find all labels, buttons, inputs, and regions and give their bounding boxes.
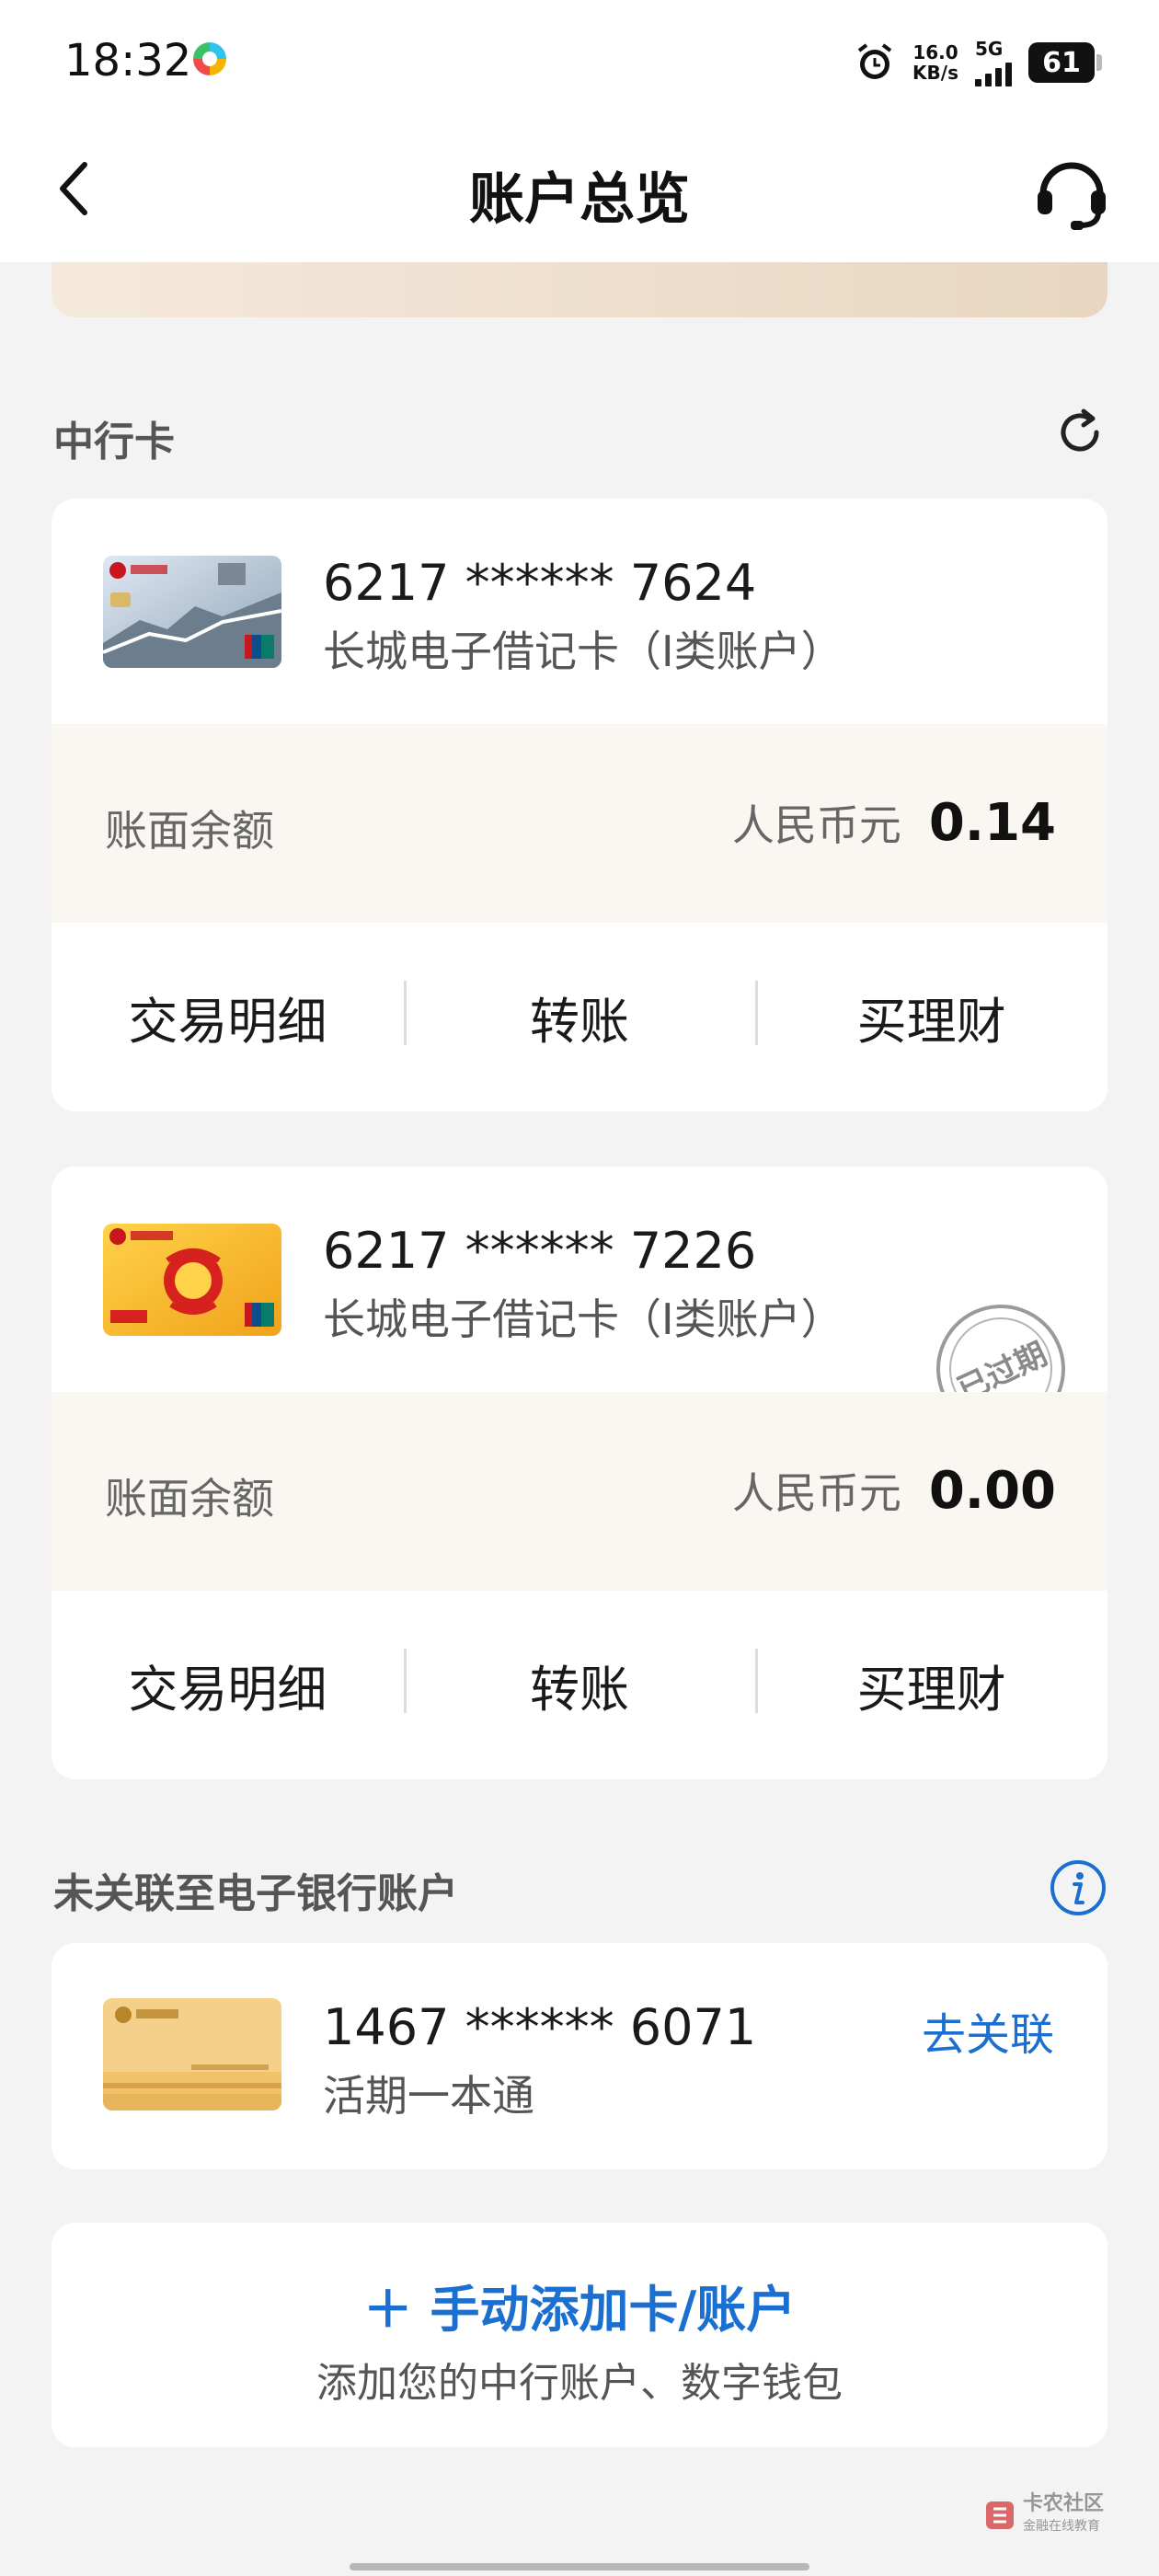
- section-title-boc-cards: 中行卡: [53, 419, 175, 466]
- transfer-button[interactable]: 转账: [403, 1649, 756, 1721]
- card-type: 长城电子借记卡（I类账户）: [323, 1294, 843, 1344]
- card-image-great-wall: [103, 556, 281, 668]
- alarm-icon: [857, 43, 892, 79]
- balance-amount: 0.00: [928, 1461, 1056, 1521]
- info-icon: [1050, 1860, 1106, 1915]
- watermark-line1: 卡农社区: [1022, 2492, 1104, 2515]
- card-actions: 交易明细 转账 买理财: [52, 1591, 1107, 1779]
- watermark-logo-icon: [985, 2501, 1014, 2529]
- balance-label: 账面余额: [105, 806, 274, 856]
- network-type: 5G: [975, 38, 1004, 60]
- network-speed-value: 16.0: [912, 41, 958, 63]
- card-number: 6217 ****** 7624: [323, 554, 757, 612]
- add-account-title: ＋ 手动添加卡/账户: [362, 2281, 797, 2339]
- status-time: 18:32: [64, 35, 192, 86]
- balance-row: 账面余额 人民币元 0.00: [52, 1392, 1107, 1591]
- account-card[interactable]: 6217 ****** 7624 长城电子借记卡（I类账户） 账面余额 人民币元…: [52, 499, 1107, 1111]
- add-account-button[interactable]: ＋ 手动添加卡/账户 添加您的中行账户、数字钱包: [52, 2223, 1107, 2447]
- customer-service-button[interactable]: [1030, 152, 1113, 235]
- card-header[interactable]: 6217 ****** 7624 长城电子借记卡（I类账户）: [52, 499, 1107, 724]
- refresh-button[interactable]: [1052, 405, 1107, 460]
- transaction-details-button[interactable]: 交易明细: [52, 1649, 404, 1721]
- balance-value-group: 人民币元 0.00: [732, 1460, 1056, 1521]
- card-number: 6217 ****** 7226: [323, 1222, 757, 1280]
- app-notification-icon: [193, 42, 226, 75]
- status-indicators: 16.0 KB/s 5G 61: [854, 35, 1102, 90]
- card-type: 长城电子借记卡（I类账户）: [323, 627, 843, 676]
- passbook-image: [103, 1998, 281, 2110]
- battery-icon: 61: [1028, 42, 1102, 83]
- headset-icon: [1038, 162, 1106, 230]
- account-card[interactable]: 6217 ****** 7226 长城电子借记卡（I类账户） 已过期 账面余额 …: [52, 1167, 1107, 1779]
- bank-card-art: [103, 1224, 281, 1336]
- buy-wealth-product-button[interactable]: 买理财: [755, 1649, 1107, 1721]
- transfer-button[interactable]: 转账: [403, 981, 756, 1053]
- buy-wealth-product-button[interactable]: 买理财: [755, 981, 1107, 1053]
- watermark-text: 卡农社区 金融在线教育: [1023, 2493, 1104, 2537]
- network-speed-unit: KB/s: [912, 62, 958, 84]
- link-account-button[interactable]: 去关联: [922, 1998, 1054, 2063]
- promo-banner[interactable]: [52, 262, 1107, 317]
- section-title-unlinked: 未关联至电子银行账户: [53, 1870, 458, 1917]
- card-header[interactable]: 6217 ****** 7226 长城电子借记卡（I类账户） 已过期: [52, 1167, 1107, 1455]
- refresh-icon: [1061, 408, 1099, 452]
- top-bar: 18:32 16.0 KB/s 5G 61 账户总览: [0, 0, 1159, 262]
- bank-card-art: [103, 556, 281, 668]
- transaction-details-button[interactable]: 交易明细: [52, 981, 404, 1053]
- battery-level: 61: [1042, 46, 1081, 79]
- network-speed: 16.0 KB/s: [912, 42, 958, 83]
- watermark: 卡农社区 金融在线教育: [984, 2493, 1104, 2537]
- info-button[interactable]: [1049, 1858, 1107, 1917]
- add-account-subtitle: 添加您的中行账户、数字钱包: [316, 2360, 843, 2407]
- balance-label: 账面余额: [105, 1474, 274, 1524]
- account-type: 活期一本通: [323, 2071, 534, 2121]
- watermark-line2: 金融在线教育: [1022, 2519, 1100, 2534]
- page-title: 账户总览: [469, 167, 690, 232]
- balance-row: 账面余额 人民币元 0.14: [52, 724, 1107, 923]
- home-indicator[interactable]: [350, 2563, 809, 2570]
- currency-label: 人民币元: [731, 1468, 901, 1518]
- card-image-zodiac: [103, 1224, 281, 1336]
- currency-label: 人民币元: [731, 800, 901, 850]
- passbook-art: [103, 1998, 281, 2110]
- balance-amount: 0.14: [928, 793, 1056, 853]
- account-number: 1467 ****** 6071: [323, 1998, 757, 2056]
- signal-group: 5G: [975, 39, 1012, 86]
- unlinked-account-card[interactable]: 1467 ****** 6071 活期一本通 去关联: [52, 1943, 1107, 2169]
- card-actions: 交易明细 转账 买理财: [52, 923, 1107, 1111]
- balance-value-group: 人民币元 0.14: [732, 792, 1056, 853]
- signal-icon: [975, 59, 1012, 86]
